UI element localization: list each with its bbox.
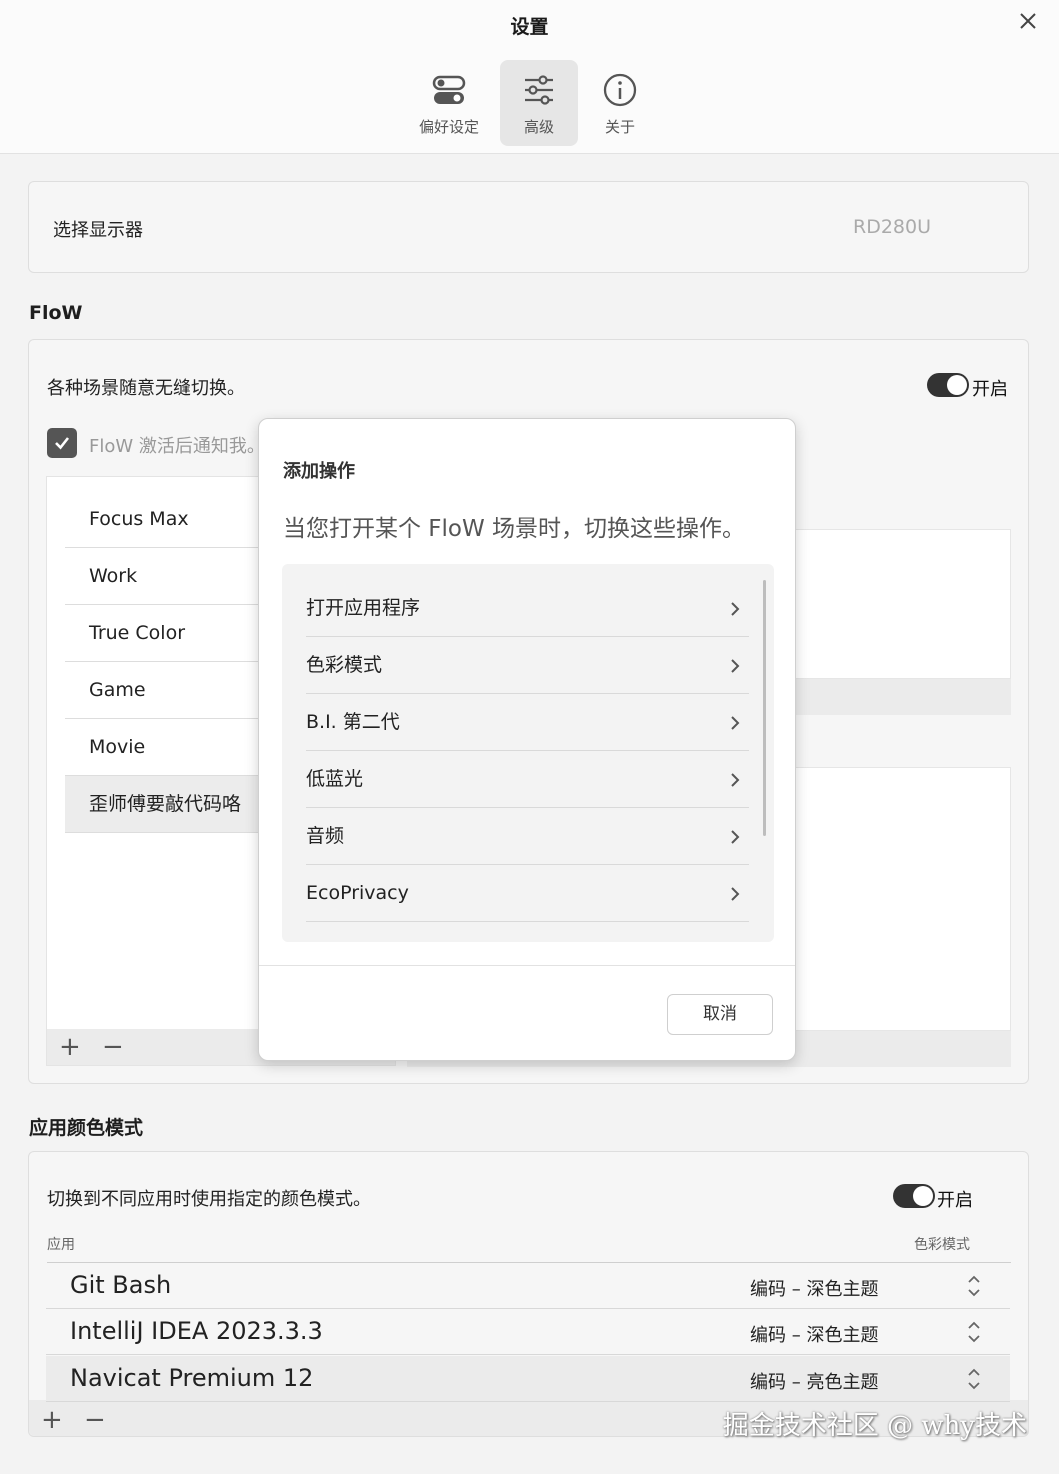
flow-toggle[interactable] xyxy=(927,373,969,397)
add-scene-button[interactable]: + xyxy=(59,1034,81,1060)
app-name: IntelliJ IDEA 2023.3.3 xyxy=(70,1317,323,1345)
dialog-divider xyxy=(259,965,795,966)
close-icon xyxy=(1020,13,1036,29)
action-label: 音频 xyxy=(306,825,345,847)
dialog-description: 当您打开某个 FloW 场景时，切换这些操作。 xyxy=(283,516,746,542)
add-action-dialog: 添加操作 当您打开某个 FloW 场景时，切换这些操作。 打开应用程序 色彩模式… xyxy=(258,418,796,1061)
tab-preferences[interactable]: 偏好设定 xyxy=(410,60,488,146)
settings-header: 设置 偏好设定 高级 关于 xyxy=(0,0,1059,154)
app-color-description: 切换到不同应用时使用指定的颜色模式。 xyxy=(47,1189,371,1210)
table-row[interactable]: IntelliJ IDEA 2023.3.3 编码 – 深色主题 xyxy=(46,1309,1010,1355)
chevron-right-icon xyxy=(725,694,745,751)
app-color-toggle[interactable] xyxy=(893,1184,935,1208)
action-item-bi-gen2[interactable]: B.I. 第二代 xyxy=(306,694,749,751)
chevron-right-icon xyxy=(725,637,745,694)
chevron-right-icon xyxy=(725,808,745,865)
action-item-open-app[interactable]: 打开应用程序 xyxy=(306,580,749,637)
action-item-audio[interactable]: 音频 xyxy=(306,808,749,865)
flow-section-title: FloW xyxy=(29,302,83,324)
table-row[interactable]: Git Bash 编码 – 深色主题 xyxy=(46,1263,1010,1309)
action-item-ecoprivacy[interactable]: EcoPrivacy xyxy=(306,865,749,922)
info-icon xyxy=(603,73,637,107)
action-list: 打开应用程序 色彩模式 B.I. 第二代 低蓝光 音频 EcoPrivacy xyxy=(282,564,774,942)
action-label: 色彩模式 xyxy=(306,654,383,676)
color-mode-select[interactable]: 编码 – 亮色主题 xyxy=(750,1368,878,1394)
table-row[interactable]: Navicat Premium 12 编码 – 亮色主题 xyxy=(46,1356,1010,1402)
action-label: EcoPrivacy xyxy=(306,882,409,904)
notify-checkbox[interactable] xyxy=(47,428,77,458)
app-name: Navicat Premium 12 xyxy=(70,1364,314,1392)
notify-label: FloW 激活后通知我。 xyxy=(89,436,265,457)
app-color-toggle-label: 开启 xyxy=(937,1190,973,1211)
action-label: 打开应用程序 xyxy=(306,597,421,619)
tab-advanced[interactable]: 高级 xyxy=(500,60,578,146)
close-button[interactable] xyxy=(1013,6,1043,36)
cancel-button[interactable]: 取消 xyxy=(667,994,773,1035)
flow-description: 各种场景随意无缝切换。 xyxy=(47,378,245,399)
watermark: 掘金技术社区 @ why技术 xyxy=(722,1411,1027,1441)
action-item-low-blue-light[interactable]: 低蓝光 xyxy=(306,751,749,808)
stepper-icon[interactable] xyxy=(966,1319,982,1345)
toggles-icon xyxy=(432,75,466,104)
chevron-right-icon xyxy=(725,865,745,922)
remove-app-button[interactable]: − xyxy=(84,1407,106,1433)
column-header-app: 应用 xyxy=(47,1237,75,1253)
action-item-color-mode[interactable]: 色彩模式 xyxy=(306,637,749,694)
flow-toggle-label: 开启 xyxy=(972,379,1008,400)
action-label: B.I. 第二代 xyxy=(306,711,400,733)
stepper-icon[interactable] xyxy=(966,1366,982,1392)
chevron-right-icon xyxy=(725,751,745,808)
stepper-icon[interactable] xyxy=(966,1273,982,1299)
app-color-section-title: 应用颜色模式 xyxy=(29,1117,144,1139)
display-label: 选择显示器 xyxy=(53,220,143,241)
display-value: RD280U xyxy=(853,216,932,238)
chevron-right-icon xyxy=(725,580,745,637)
action-list-scrollbar[interactable] xyxy=(763,580,766,836)
window-title: 设置 xyxy=(510,16,549,38)
color-mode-select[interactable]: 编码 – 深色主题 xyxy=(750,1275,878,1301)
add-app-button[interactable]: + xyxy=(41,1407,63,1433)
sliders-icon xyxy=(525,75,553,105)
tab-preferences-label: 偏好设定 xyxy=(418,118,479,136)
check-icon xyxy=(55,437,70,450)
tab-advanced-label: 高级 xyxy=(523,118,554,136)
column-header-color-mode: 色彩模式 xyxy=(914,1237,970,1253)
tab-about[interactable]: 关于 xyxy=(581,60,659,146)
app-name: Git Bash xyxy=(70,1271,172,1299)
dialog-title: 添加操作 xyxy=(283,461,355,482)
color-mode-select[interactable]: 编码 – 深色主题 xyxy=(750,1321,878,1347)
action-label: 低蓝光 xyxy=(306,768,364,790)
tab-about-label: 关于 xyxy=(604,118,635,136)
display-selector[interactable]: 选择显示器 RD280U xyxy=(28,181,1029,273)
remove-scene-button[interactable]: − xyxy=(102,1034,124,1060)
